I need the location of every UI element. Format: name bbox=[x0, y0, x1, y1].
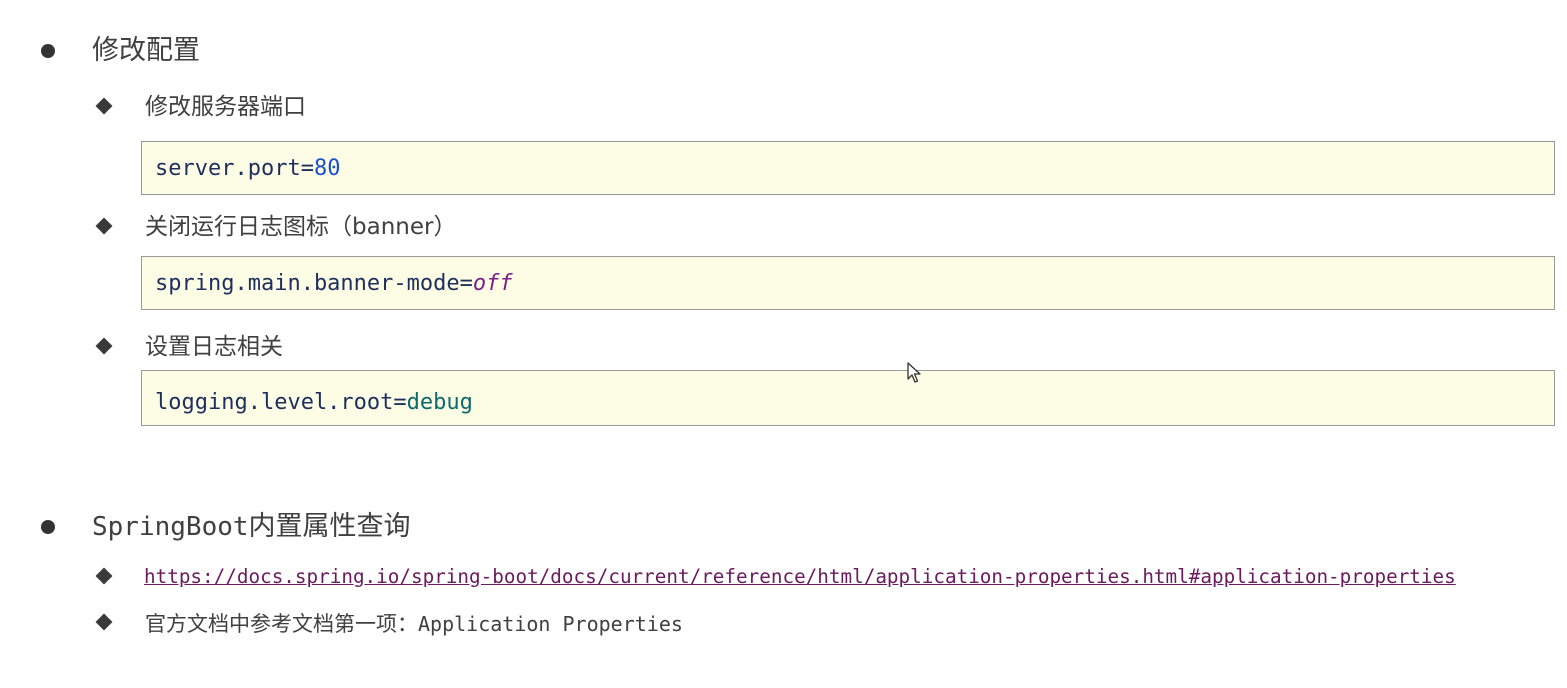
code-block-server-port: server.port=80 bbox=[141, 141, 1555, 195]
code-line: logging.level.root=debug bbox=[155, 390, 473, 416]
mouse-cursor-icon bbox=[907, 362, 921, 383]
diamond-bullet-icon bbox=[95, 337, 113, 355]
code-block-logging-level: logging.level.root=debug bbox=[141, 370, 1555, 426]
docs-link[interactable]: https://docs.spring.io/spring-boot/docs/… bbox=[144, 563, 1456, 591]
code-value: 80 bbox=[313, 156, 341, 181]
code-key: spring.main.banner-mode= bbox=[155, 271, 473, 296]
section-title-config: 修改配置 bbox=[92, 35, 200, 66]
code-key: logging.level.root= bbox=[155, 390, 407, 415]
section-title-properties: SpringBoot内置属性查询 bbox=[92, 510, 411, 544]
code-line: server.port=80 bbox=[155, 156, 340, 182]
code-block-banner-mode: spring.main.banner-mode=off bbox=[141, 256, 1555, 310]
note-official-docs: 官方文档中参考文档第一项：Application Properties bbox=[145, 609, 683, 639]
diamond-bullet-icon bbox=[95, 613, 113, 631]
diamond-bullet-icon bbox=[95, 567, 113, 585]
code-key: server.port= bbox=[155, 156, 314, 181]
bullet-dot-icon bbox=[41, 44, 55, 58]
code-value: off bbox=[472, 271, 513, 296]
title-prefix: SpringBoot bbox=[92, 512, 249, 542]
bullet-dot-icon bbox=[41, 520, 55, 534]
code-value: debug bbox=[406, 390, 473, 415]
title-suffix: 内置属性查询 bbox=[248, 511, 411, 542]
diamond-bullet-icon bbox=[95, 217, 113, 235]
diamond-bullet-icon bbox=[95, 97, 113, 115]
item-label-logging: 设置日志相关 bbox=[145, 334, 283, 360]
note-prefix: 官方文档中参考文档第一项： bbox=[145, 612, 418, 636]
note-suffix: Application Properties bbox=[418, 612, 683, 636]
code-line: spring.main.banner-mode=off bbox=[155, 271, 513, 297]
item-label-server-port: 修改服务器端口 bbox=[145, 94, 306, 120]
item-label-banner: 关闭运行日志图标（banner） bbox=[145, 214, 457, 240]
